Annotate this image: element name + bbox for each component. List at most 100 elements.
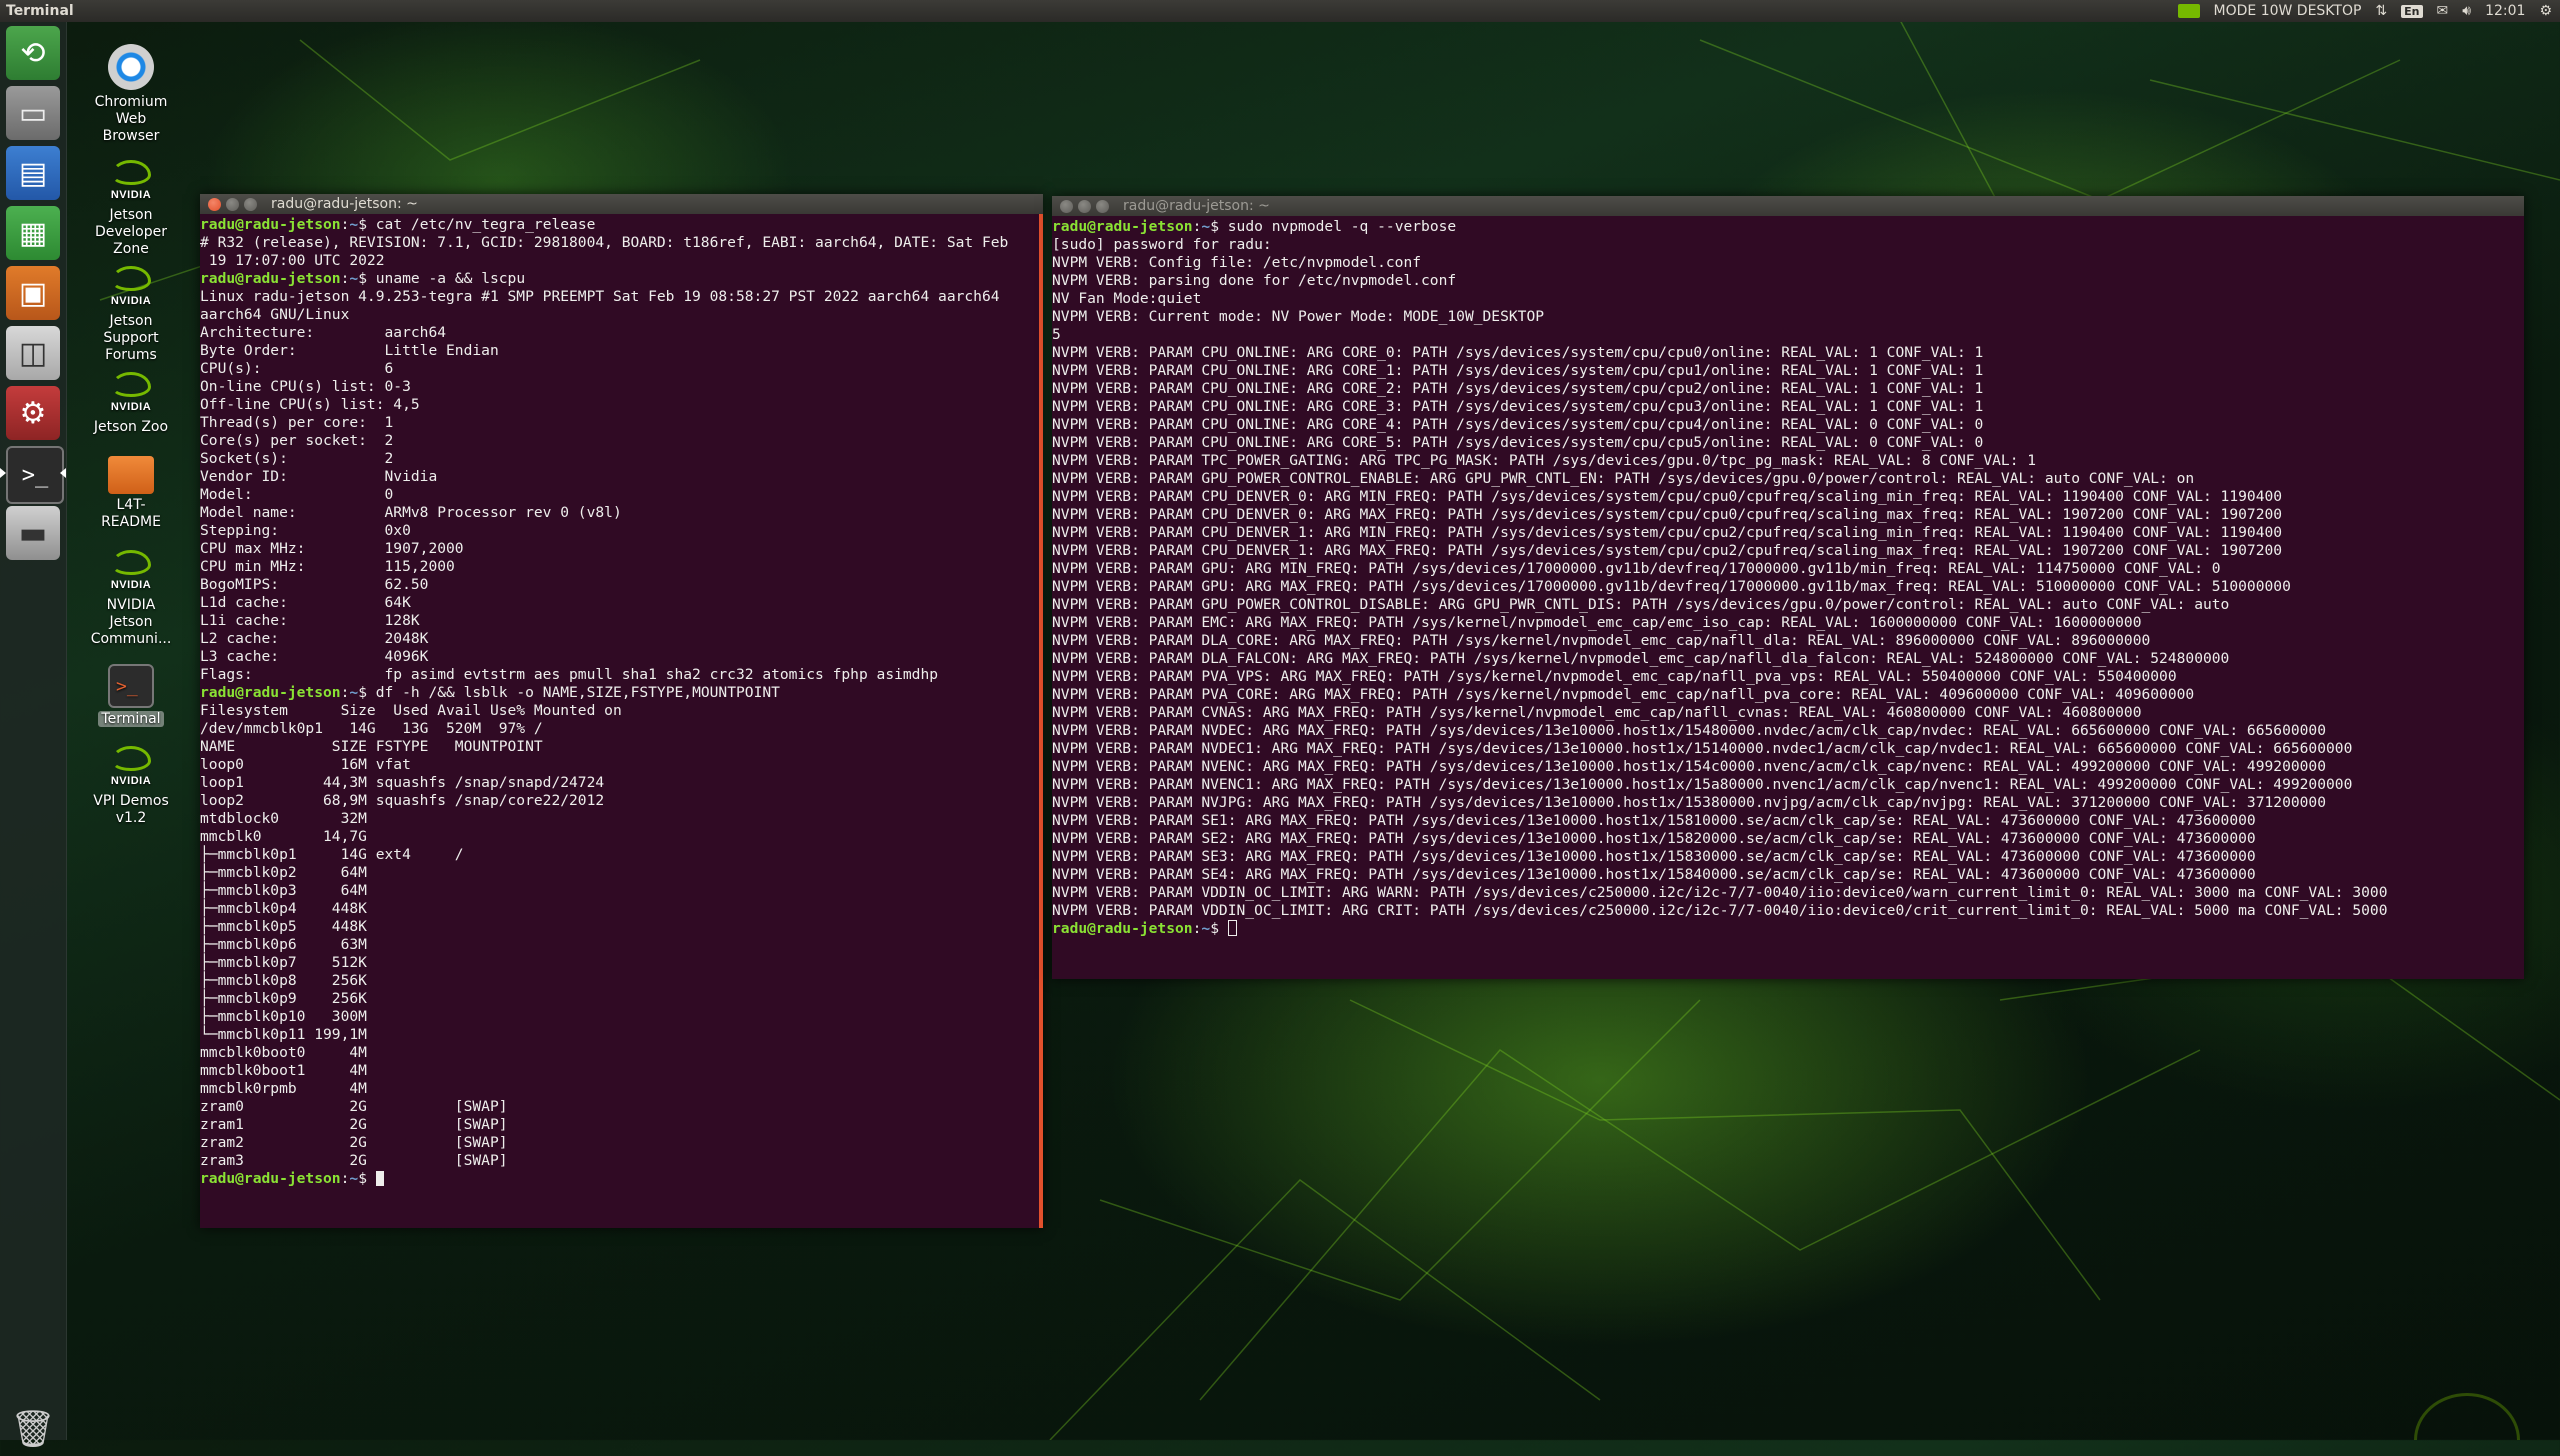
desktop-icon-nvidia-jetson-community[interactable]: NVIDIA NVIDIA Jetson Communi... bbox=[86, 550, 176, 648]
maximize-icon[interactable] bbox=[1096, 199, 1109, 213]
output-line: NVPM VERB: PARAM NVDEC1: ARG MAX_FREQ: P… bbox=[1052, 740, 2353, 757]
output-line: NVPM VERB: PARAM NVENC: ARG MAX_FREQ: PA… bbox=[1052, 758, 2326, 775]
output-line: NVPM VERB: PARAM CPU_ONLINE: ARG CORE_0:… bbox=[1052, 344, 1984, 361]
output-line: Vendor ID: Nvidia bbox=[200, 468, 438, 485]
close-icon[interactable] bbox=[208, 197, 221, 211]
volume-icon[interactable]: 🔊︎ bbox=[2462, 3, 2471, 19]
output-line: NVPM VERB: PARAM VDDIN_OC_LIMIT: ARG CRI… bbox=[1052, 902, 2388, 919]
trash-icon[interactable]: 🗑︎ bbox=[6, 1402, 60, 1456]
desktop-icon-chromium[interactable]: Chromium Web Browser bbox=[86, 44, 176, 145]
keyboard-layout-indicator[interactable]: En bbox=[2401, 4, 2423, 18]
desktop-icon-label: Communi... bbox=[90, 631, 172, 647]
prompt-user: radu@radu-jetson bbox=[200, 684, 341, 701]
output-line: # R32 (release), REVISION: 7.1, GCID: 29… bbox=[200, 234, 1009, 251]
network-transfer-icon[interactable]: ⇅ bbox=[2375, 3, 2387, 19]
desktop-icon-label: Jetson bbox=[109, 207, 153, 223]
output-line: CPU min MHz: 115,2000 bbox=[200, 558, 455, 575]
desktop-icon-label: VPI Demos bbox=[93, 793, 169, 809]
output-line: aarch64 GNU/Linux bbox=[200, 306, 350, 323]
output-line: ├─mmcblk0p10 300M bbox=[200, 1008, 367, 1025]
libreoffice-calc-icon[interactable]: ▦ bbox=[6, 206, 60, 260]
output-line: NVPM VERB: PARAM GPU_POWER_CONTROL_ENABL… bbox=[1052, 470, 2195, 487]
output-line: NVPM VERB: PARAM CPU_ONLINE: ARG CORE_3:… bbox=[1052, 398, 1984, 415]
output-line: mmcblk0rpmb 4M bbox=[200, 1080, 367, 1097]
output-line: NVPM VERB: PARAM CPU_ONLINE: ARG CORE_2:… bbox=[1052, 380, 1984, 397]
terminal-window-left[interactable]: radu@radu-jetson: ~ radu@radu-jetson:~$ … bbox=[200, 194, 1043, 1228]
software-center-icon[interactable]: ◫ bbox=[6, 326, 60, 380]
output-line: mmcblk0 14,7G bbox=[200, 828, 367, 845]
output-line: ├─mmcblk0p6 63M bbox=[200, 936, 367, 953]
drive-icon[interactable]: ▬ bbox=[6, 506, 60, 560]
output-line: NVPM VERB: parsing done for /etc/nvpmode… bbox=[1052, 272, 1457, 289]
prompt-line: radu@radu-jetson:~$ uname -a && lscpu bbox=[200, 270, 1041, 288]
files-icon[interactable]: ▭ bbox=[6, 86, 60, 140]
folder-icon bbox=[108, 456, 154, 494]
output-line: ├─mmcblk0p4 448K bbox=[200, 900, 367, 917]
output-line: Model: 0 bbox=[200, 486, 394, 503]
mail-icon[interactable]: ✉ bbox=[2437, 3, 2449, 19]
output-line: NVPM VERB: PARAM GPU_POWER_CONTROL_DISAB… bbox=[1052, 596, 2230, 613]
output-line: NVPM VERB: PARAM VDDIN_OC_LIMIT: ARG WAR… bbox=[1052, 884, 2388, 901]
output-line: NVPM VERB: PARAM PVA_VPS: ARG MAX_FREQ: … bbox=[1052, 668, 2177, 685]
terminal-window-right[interactable]: radu@radu-jetson: ~ radu@radu-jetson:~$ … bbox=[1052, 196, 2524, 979]
output-line: NV Fan Mode:quiet bbox=[1052, 290, 1202, 307]
terminal-output[interactable]: radu@radu-jetson:~$ sudo nvpmodel -q --v… bbox=[1052, 216, 2524, 938]
output-line: ├─mmcblk0p9 256K bbox=[200, 990, 367, 1007]
output-line: Byte Order: Little Endian bbox=[200, 342, 499, 359]
output-line: NVPM VERB: PARAM NVENC1: ARG MAX_FREQ: P… bbox=[1052, 776, 2353, 793]
output-line: NVPM VERB: PARAM CPU_DENVER_1: ARG MAX_F… bbox=[1052, 542, 2283, 559]
libreoffice-writer-icon[interactable]: ▤ bbox=[6, 146, 60, 200]
output-line: Socket(s): 2 bbox=[200, 450, 394, 467]
terminal-icon[interactable]: >_ bbox=[6, 446, 64, 504]
command-text: sudo nvpmodel -q --verbose bbox=[1227, 218, 1457, 235]
output-line: NVPM VERB: PARAM SE1: ARG MAX_FREQ: PATH… bbox=[1052, 812, 2256, 829]
prompt-path: ~ bbox=[1201, 218, 1211, 235]
nvidia-icon: NVIDIA bbox=[108, 746, 154, 790]
prompt-path: ~ bbox=[349, 216, 359, 233]
indicator-area: MODE 10W DESKTOP ⇅ En ✉ 🔊︎ 12:01 ⚙ bbox=[2177, 3, 2552, 19]
minimize-icon[interactable] bbox=[1078, 199, 1091, 213]
output-line: Filesystem Size Used Avail Use% Mounted … bbox=[200, 702, 622, 719]
power-mode-label[interactable]: MODE 10W DESKTOP bbox=[2214, 3, 2362, 19]
text-cursor bbox=[1227, 920, 1237, 936]
output-line: ├─mmcblk0p3 64M bbox=[200, 882, 367, 899]
system-settings-icon[interactable]: ⚙ bbox=[6, 386, 60, 440]
desktop-icon-l4t-readme[interactable]: L4T- README bbox=[86, 456, 176, 531]
nvidia-power-icon[interactable] bbox=[2177, 4, 2200, 18]
close-icon[interactable] bbox=[1060, 199, 1073, 213]
desktop-icon-label: Support bbox=[103, 330, 159, 346]
prompt-user: radu@radu-jetson bbox=[1052, 920, 1193, 937]
desktop-icon-jetson-support-forums[interactable]: NVIDIA Jetson Support Forums bbox=[86, 266, 176, 364]
desktop-icon-label: L4T- bbox=[116, 497, 146, 513]
minimize-icon[interactable] bbox=[226, 197, 239, 211]
command-text: uname -a && lscpu bbox=[375, 270, 526, 287]
desktop-icon-jetson-developer-zone[interactable]: NVIDIA Jetson Developer Zone bbox=[86, 160, 176, 258]
desktop-icon-vpi-demos[interactable]: NVIDIA VPI Demos v1.2 bbox=[86, 746, 176, 827]
gear-icon[interactable]: ⚙ bbox=[2539, 3, 2552, 19]
libreoffice-impress-icon[interactable]: ▣ bbox=[6, 266, 60, 320]
dash-home-icon[interactable]: ⟲ bbox=[6, 26, 60, 80]
terminal-output[interactable]: radu@radu-jetson:~$ cat /etc/nv_tegra_re… bbox=[200, 214, 1043, 1188]
output-line: loop2 68,9M squashfs /snap/core22/2012 bbox=[200, 792, 605, 809]
window-titlebar[interactable]: radu@radu-jetson: ~ bbox=[200, 194, 1043, 214]
prompt-user: radu@radu-jetson bbox=[1052, 218, 1193, 235]
window-title: radu@radu-jetson: ~ bbox=[271, 196, 418, 212]
desktop-icon-jetson-zoo[interactable]: NVIDIA Jetson Zoo bbox=[86, 372, 176, 436]
window-titlebar[interactable]: radu@radu-jetson: ~ bbox=[1052, 196, 2524, 216]
output-line: 5 bbox=[1052, 326, 1061, 343]
maximize-icon[interactable] bbox=[244, 197, 257, 211]
output-line: NVPM VERB: PARAM GPU: ARG MIN_FREQ: PATH… bbox=[1052, 560, 2221, 577]
output-line: Linux radu-jetson 4.9.253-tegra #1 SMP P… bbox=[200, 288, 1000, 305]
output-line: NAME SIZE FSTYPE MOUNTPOINT bbox=[200, 738, 543, 755]
output-line: NVPM VERB: PARAM PVA_CORE: ARG MAX_FREQ:… bbox=[1052, 686, 2195, 703]
output-line: [sudo] password for radu: bbox=[1052, 236, 1272, 253]
desktop-icon-terminal[interactable]: >_ Terminal bbox=[86, 664, 176, 728]
prompt-path: ~ bbox=[349, 684, 359, 701]
prompt-line: radu@radu-jetson:~$ df -h /&& lsblk -o N… bbox=[200, 684, 1041, 702]
running-indicator bbox=[0, 468, 6, 478]
output-line: NVPM VERB: PARAM TPC_POWER_GATING: ARG T… bbox=[1052, 452, 2037, 469]
desktop-icon-label: Chromium bbox=[94, 94, 168, 110]
scrollbar[interactable] bbox=[1039, 214, 1043, 1228]
clock[interactable]: 12:01 bbox=[2485, 3, 2525, 19]
output-line: ├─mmcblk0p7 512K bbox=[200, 954, 367, 971]
